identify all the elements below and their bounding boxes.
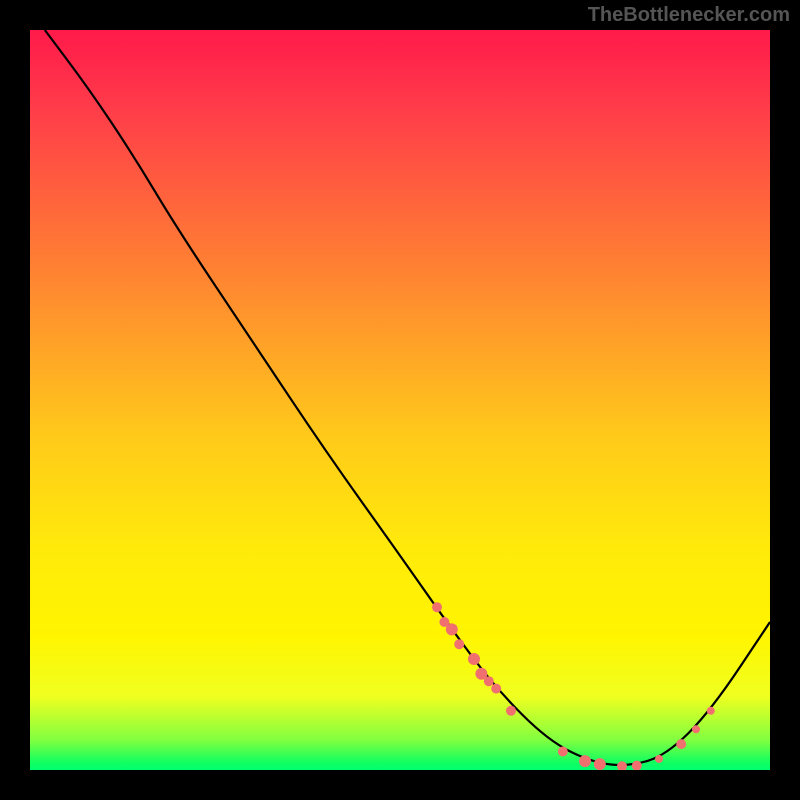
bottleneck-curve-line (45, 30, 770, 765)
data-marker (707, 707, 715, 715)
data-markers-group (432, 602, 715, 770)
data-marker (491, 684, 501, 694)
data-marker (558, 747, 568, 757)
data-marker (655, 755, 663, 763)
data-marker (594, 758, 606, 770)
data-marker (446, 623, 458, 635)
plot-area (30, 30, 770, 770)
data-marker (579, 755, 591, 767)
data-marker (692, 725, 700, 733)
data-marker (676, 739, 686, 749)
data-marker (506, 706, 516, 716)
data-marker (617, 761, 627, 770)
data-marker (432, 602, 442, 612)
data-marker (468, 653, 480, 665)
data-marker (454, 639, 464, 649)
watermark-text: TheBottlenecker.com (588, 4, 790, 27)
chart-svg (30, 30, 770, 770)
data-marker (484, 676, 494, 686)
